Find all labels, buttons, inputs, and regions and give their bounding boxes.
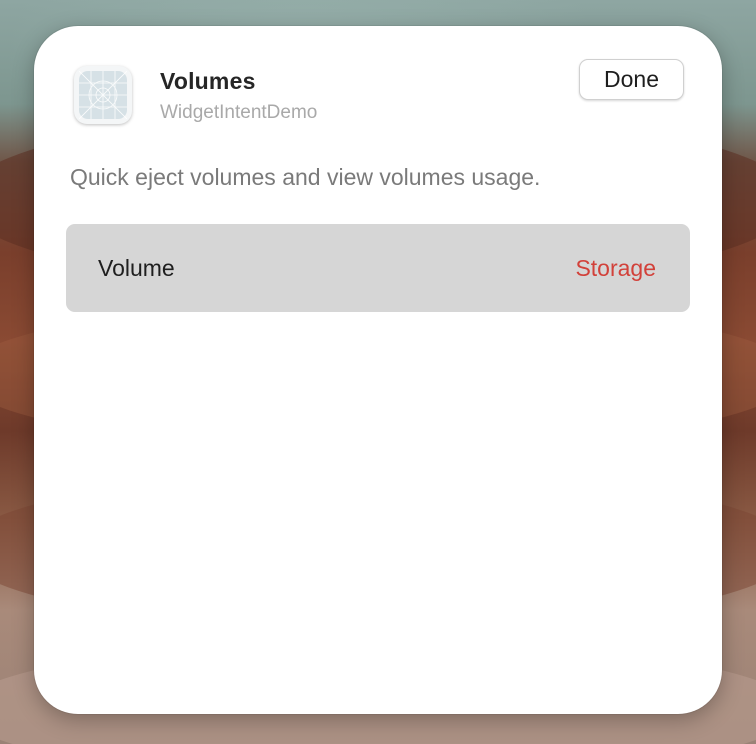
done-button[interactable]: Done xyxy=(579,59,684,100)
widget-edit-panel: Volumes WidgetIntentDemo Done Quick ejec… xyxy=(34,26,722,714)
parameter-label: Volume xyxy=(98,255,175,281)
volume-parameter-row[interactable]: Volume Storage xyxy=(66,224,690,312)
widget-app-name: WidgetIntentDemo xyxy=(160,102,318,123)
desktop-wallpaper: Volumes WidgetIntentDemo Done Quick ejec… xyxy=(0,0,756,744)
parameter-value-picker[interactable]: Storage xyxy=(575,255,656,282)
app-placeholder-icon xyxy=(74,66,132,124)
widget-title: Volumes xyxy=(160,68,256,94)
widget-description: Quick eject volumes and view volumes usa… xyxy=(70,164,541,190)
